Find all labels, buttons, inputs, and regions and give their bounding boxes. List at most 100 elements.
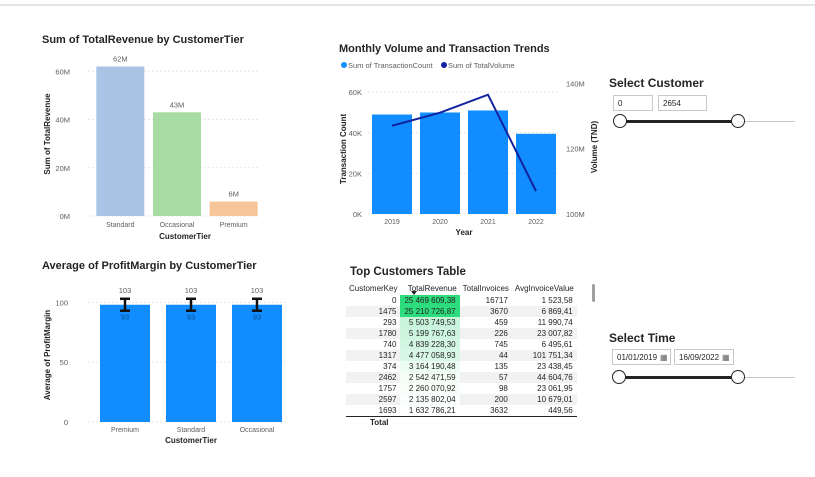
time-range-track[interactable] [619,376,738,379]
x-axis-title: CustomerTier [165,436,217,445]
y-tick-label: 0 [64,418,68,427]
cell-totalrevenue: 4 839 228,30 [400,339,460,350]
cell-totalrevenue: 5 199 767,63 [400,328,460,339]
y-tick-label: 100 [55,298,68,307]
cell-customerkey: 1317 [346,350,401,361]
start-date-input[interactable]: 01/01/2019 ▦ [612,349,671,365]
sort-desc-icon[interactable] [411,291,417,295]
cell-customerkey: 1693 [378,406,397,415]
table-row[interactable]: 1475 25 210 726,87 3670 6 869,41 [346,306,577,317]
end-date-value: 16/09/2022 [679,353,720,362]
time-range-rail [738,377,795,378]
cell-customerkey: 1780 [346,328,401,339]
cell-totalinvoices: 200 [459,394,512,405]
customer-max-input[interactable]: 2654 [658,95,707,111]
cell-customerkey: 293 [383,318,397,327]
table-row[interactable]: 2462 2 542 471,59 57 44 604,76 [346,372,577,383]
cell-customerkey: 1757 [378,384,397,393]
cell-avginvoicevalue: 6 495,61 [541,340,573,349]
table-row[interactable]: 1317 4 477 058,93 44 101 751,34 [346,350,577,361]
total-cell [459,416,512,428]
table-row[interactable]: 1780 5 199 767,63 226 23 007,82 [346,328,577,339]
cell-totalrevenue: 1 632 786,21 [400,405,460,417]
cell-avginvoicevalue: 449,56 [548,406,573,415]
calendar-icon[interactable]: ▦ [722,353,730,362]
cell-totalrevenue: 25 469 609,38 [400,295,460,306]
upper-data-label: 103 [185,286,198,295]
total-label: Total [346,416,401,428]
cell-customerkey: 2597 [346,394,401,405]
upper-data-label: 103 [119,286,132,295]
table-total-row: Total [346,416,577,428]
total-cell [400,416,460,428]
cell-totalinvoices: 16717 [485,296,508,305]
cell-totalinvoices: 226 [459,328,512,339]
cell-customerkey: 1475 [346,306,401,317]
cell-totalinvoices: 44 [459,350,512,361]
cell-totalrevenue: 2 135 802,04 [400,394,460,405]
cell-totalinvoices: 135 [494,362,508,371]
table-scrollbar[interactable] [592,284,595,302]
time-start-handle[interactable] [612,370,626,384]
cell-avginvoicevalue: 10 679,01 [511,394,577,405]
customer-max-handle[interactable] [731,114,745,128]
x-tick-label: Standard [177,427,206,434]
cell-totalrevenue: 2 260 070,92 [400,383,460,394]
cell-avginvoicevalue: 11 990,74 [537,318,573,327]
x-tick-label: Occasional [240,427,275,434]
table-header-row: CustomerKey TotalRevenue TotalInvoices A… [346,281,577,295]
col-header-avginvoicevalue[interactable]: AvgInvoiceValue [512,281,577,295]
bar [232,304,282,422]
end-date-input[interactable]: 16/09/2022 ▦ [674,349,734,365]
customer-range-track[interactable] [620,120,740,123]
table-row[interactable]: 0 25 469 609,38 16717 1 523,58 [346,295,577,306]
table-row[interactable]: 374 3 164 190,48 135 23 438,45 [346,361,577,372]
col-header-totalinvoices[interactable]: TotalInvoices [460,281,512,295]
cell-totalinvoices: 459 [494,318,508,327]
cell-totalinvoices: 3670 [459,306,512,317]
bar [166,304,216,422]
cell-totalrevenue: 3 164 190,48 [400,361,460,372]
bar [100,304,150,422]
cell-totalrevenue: 25 210 726,87 [400,306,460,317]
top-customers-table: CustomerKey TotalRevenue TotalInvoices A… [346,281,577,428]
cell-avginvoicevalue: 44 604,76 [511,372,577,383]
cell-customerkey: 2462 [346,372,401,383]
table-row[interactable]: 293 5 503 749,53 459 11 990,74 [346,317,577,328]
time-slicer-title: Select Time [609,331,676,345]
customer-min-input[interactable]: 0 [613,95,653,111]
cell-totalinvoices: 3632 [490,406,508,415]
customer-range-rail [740,121,795,122]
start-date-value: 01/01/2019 [617,353,658,362]
cell-totalinvoices: 98 [498,384,508,393]
cell-avginvoicevalue: 1 523,58 [541,296,573,305]
customer-slicer-title: Select Customer [609,76,704,90]
cell-totalrevenue: 4 477 058,93 [400,350,460,361]
cell-totalrevenue: 2 542 471,59 [400,372,460,383]
cell-avginvoicevalue: 23 438,45 [537,362,573,371]
x-tick-label: Premium [111,427,139,434]
customer-min-handle[interactable] [613,114,627,128]
table-title: Top Customers Table [350,266,466,278]
table-row[interactable]: 2597 2 135 802,04 200 10 679,01 [346,394,577,405]
cell-totalinvoices: 745 [494,340,508,349]
cell-avginvoicevalue: 23 007,82 [511,328,577,339]
cell-avginvoicevalue: 101 751,34 [511,350,577,361]
table-row[interactable]: 740 4 839 228,30 745 6 495,61 [346,339,577,350]
cell-totalinvoices: 57 [459,372,512,383]
cell-customerkey: 740 [383,340,397,349]
cell-customerkey: 0 [392,296,397,305]
calendar-icon[interactable]: ▦ [660,353,668,362]
time-end-handle[interactable] [731,370,745,384]
col-header-totalrevenue[interactable]: TotalRevenue [400,281,459,295]
cell-avginvoicevalue: 23 061,95 [537,384,573,393]
lower-data-label: 93 [121,313,129,322]
cell-customerkey: 374 [383,362,397,371]
y-tick-label: 50 [60,358,68,367]
cell-avginvoicevalue: 6 869,41 [511,306,577,317]
table-row[interactable]: 1693 1 632 786,21 3632 449,56 [346,405,577,417]
col-header-customerkey[interactable]: CustomerKey [346,281,400,295]
total-cell [511,416,577,428]
table-row[interactable]: 1757 2 260 070,92 98 23 061,95 [346,383,577,394]
y-axis-title: Average of ProfitMargin [43,310,52,400]
